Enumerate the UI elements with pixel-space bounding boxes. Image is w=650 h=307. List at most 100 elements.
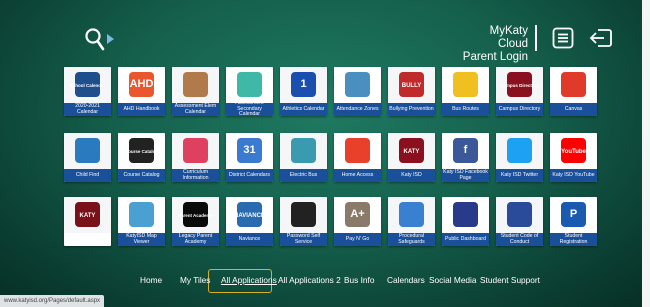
tile-image <box>334 133 381 169</box>
tile-canvas[interactable]: Canvas <box>550 67 597 116</box>
nav-bus-info[interactable]: Bus Info <box>344 275 374 285</box>
tile-assessment-secondary-calendar[interactable]: Assessment Secondary Calendar <box>226 67 273 116</box>
tile-image <box>550 67 597 103</box>
tile-image: KATY <box>388 133 435 169</box>
tile-athletics-calendar[interactable]: 1 Athletics Calendar <box>280 67 327 116</box>
tile-label: Naviance <box>226 233 273 246</box>
tile-child-find[interactable]: Child Find <box>64 133 111 182</box>
tile-electric-bus[interactable]: Electric Bus <box>280 133 327 182</box>
tile-image: BULLY <box>388 67 435 103</box>
tile-image <box>388 197 435 233</box>
tile-label: District Calendars <box>226 169 273 182</box>
tile-image: Campus Directory <box>496 67 543 103</box>
svg-text:KATY: KATY <box>80 213 96 219</box>
tile-attendance-zones[interactable]: Attendance Zones <box>334 67 381 116</box>
svg-text:AHD: AHD <box>130 78 154 90</box>
tile-label: Assessment Secondary Calendar <box>226 100 273 116</box>
tile-image: Parent Academy <box>172 197 219 233</box>
tile-label: Athletics Calendar <box>280 103 327 116</box>
tile-label: Home Access <box>334 169 381 182</box>
tile-curriculum-information[interactable]: Curriculum Information <box>172 133 219 182</box>
svg-text:P: P <box>570 208 577 220</box>
tile-label: Katy ISD YouTube <box>550 169 597 182</box>
svg-text:Parent Academy: Parent Academy <box>178 213 214 218</box>
tile-label: Student Code of Conduct <box>496 233 543 246</box>
tile-password-self-service[interactable]: Password Self Service <box>280 197 327 246</box>
tile-2020-2021-calendar[interactable]: School Calendar 2020-2021 Calendar <box>64 67 111 116</box>
tile-katy-isd-youtube[interactable]: YouTube Katy ISD YouTube <box>550 133 597 182</box>
tile-image: YouTube <box>550 133 597 169</box>
tile-image: 1 <box>280 67 327 103</box>
search-button[interactable] <box>84 27 118 53</box>
tile-label: Electric Bus <box>280 169 327 182</box>
tile-label: Attendance Zones <box>334 103 381 116</box>
tile-label: AHD Handbook <box>118 103 165 116</box>
tile-image: School Calendar <box>64 67 111 103</box>
tile-label: Public Dashboard <box>442 233 489 246</box>
status-bar-url: www.katyisd.org/Pages/default.aspx <box>0 295 105 307</box>
tile-image <box>172 133 219 169</box>
tile-image <box>226 67 273 103</box>
tile-image: A+ <box>334 197 381 233</box>
nav-student-support[interactable]: Student Support <box>480 275 540 285</box>
tile-image <box>118 197 165 233</box>
tile-katy-isd-twitter[interactable]: Katy ISD Twitter <box>496 133 543 182</box>
tile-public-dashboard[interactable]: Public Dashboard <box>442 197 489 246</box>
tile-home-access[interactable]: Home Access <box>334 133 381 182</box>
tile-ahd-handbook[interactable]: AHD AHD Handbook <box>118 67 165 116</box>
tile-procedural-safeguards[interactable]: Procedural Safeguards <box>388 197 435 246</box>
tile-image <box>64 133 111 169</box>
tile-label: Katy ISD <box>388 169 435 182</box>
nav-my-tiles[interactable]: My Tiles <box>180 275 210 285</box>
tile-assessment-elem-calendar[interactable]: Assessment Elem Calendar <box>172 67 219 116</box>
tile-bus-routes[interactable]: Bus Routes <box>442 67 489 116</box>
svg-text:Campus Directory: Campus Directory <box>500 83 539 88</box>
tile-legacy-parent-academy[interactable]: Parent Academy Legacy Parent Academy <box>172 197 219 246</box>
svg-text:A+: A+ <box>350 208 364 220</box>
tile-naviance[interactable]: NAVIANCE Naviance <box>226 197 273 246</box>
nav-all-applications-2[interactable]: All Applications 2 <box>278 275 341 285</box>
search-icon <box>85 28 114 51</box>
tile-image <box>280 197 327 233</box>
tile-katy-isd-facebook-page[interactable]: f Katy ISD Facebook Page <box>442 133 489 182</box>
tile-label: Password Self Service <box>280 233 327 246</box>
tile-district-calendars[interactable]: 31 District Calendars <box>226 133 273 182</box>
logout-button[interactable] <box>589 27 613 49</box>
menu-button[interactable] <box>552 27 574 49</box>
login-line1: MyKaty Cloud <box>489 25 528 50</box>
login-line2: Parent Login <box>462 51 528 63</box>
logout-icon <box>589 29 612 47</box>
svg-text:1: 1 <box>300 78 306 90</box>
svg-text:BULLY: BULLY <box>402 83 421 89</box>
nav-all-applications[interactable]: All Applications <box>221 275 277 285</box>
tile-label: Course Catalog <box>118 169 165 182</box>
tile-course-catalog[interactable]: Course Catalog Course Catalog <box>118 133 165 182</box>
tile-student-code-of-conduct[interactable]: Student Code of Conduct <box>496 197 543 246</box>
tile-katyisd-map-viewer[interactable]: KatyISD Map Viewer <box>118 197 165 246</box>
svg-text:NAVIANCE: NAVIANCE <box>234 213 265 219</box>
tile-label: Katy ISD Facebook Page <box>442 168 489 182</box>
tile-image: KATY <box>64 197 111 233</box>
tile-campus-directory[interactable]: Campus Directory Campus Directory <box>496 67 543 116</box>
svg-text:YouTube: YouTube <box>561 149 586 155</box>
tile-katy-isd[interactable]: KATY Katy ISD <box>388 133 435 182</box>
tile-bullying-prevention[interactable]: BULLY Bullying Prevention <box>388 67 435 116</box>
tile-label: Campus Directory <box>496 103 543 116</box>
tile-student-registration[interactable]: P Student Registration <box>550 197 597 246</box>
tile-katy-on-the-go[interactable]: KATY <box>64 197 111 246</box>
nav-calendars[interactable]: Calendars <box>387 275 425 285</box>
header-divider <box>535 25 537 51</box>
tile-label: Canvas <box>550 103 597 116</box>
tile-image: P <box>550 197 597 233</box>
tile-label: Pay N' Go <box>334 233 381 246</box>
tile-label: Bus Routes <box>442 103 489 116</box>
nav-social-media[interactable]: Social Media <box>429 275 477 285</box>
tile-label: Legacy Parent Academy <box>172 233 219 246</box>
tile-label: 2020-2021 Calendar <box>64 103 111 116</box>
parent-login-link[interactable]: MyKaty Cloud Parent Login <box>462 25 528 64</box>
svg-text:School Calendar: School Calendar <box>70 83 106 88</box>
tile-pay-n-go[interactable]: A+ Pay N' Go <box>334 197 381 246</box>
tile-label: Bullying Prevention <box>388 103 435 116</box>
nav-home[interactable]: Home <box>140 275 162 285</box>
svg-text:KATY: KATY <box>404 149 420 155</box>
